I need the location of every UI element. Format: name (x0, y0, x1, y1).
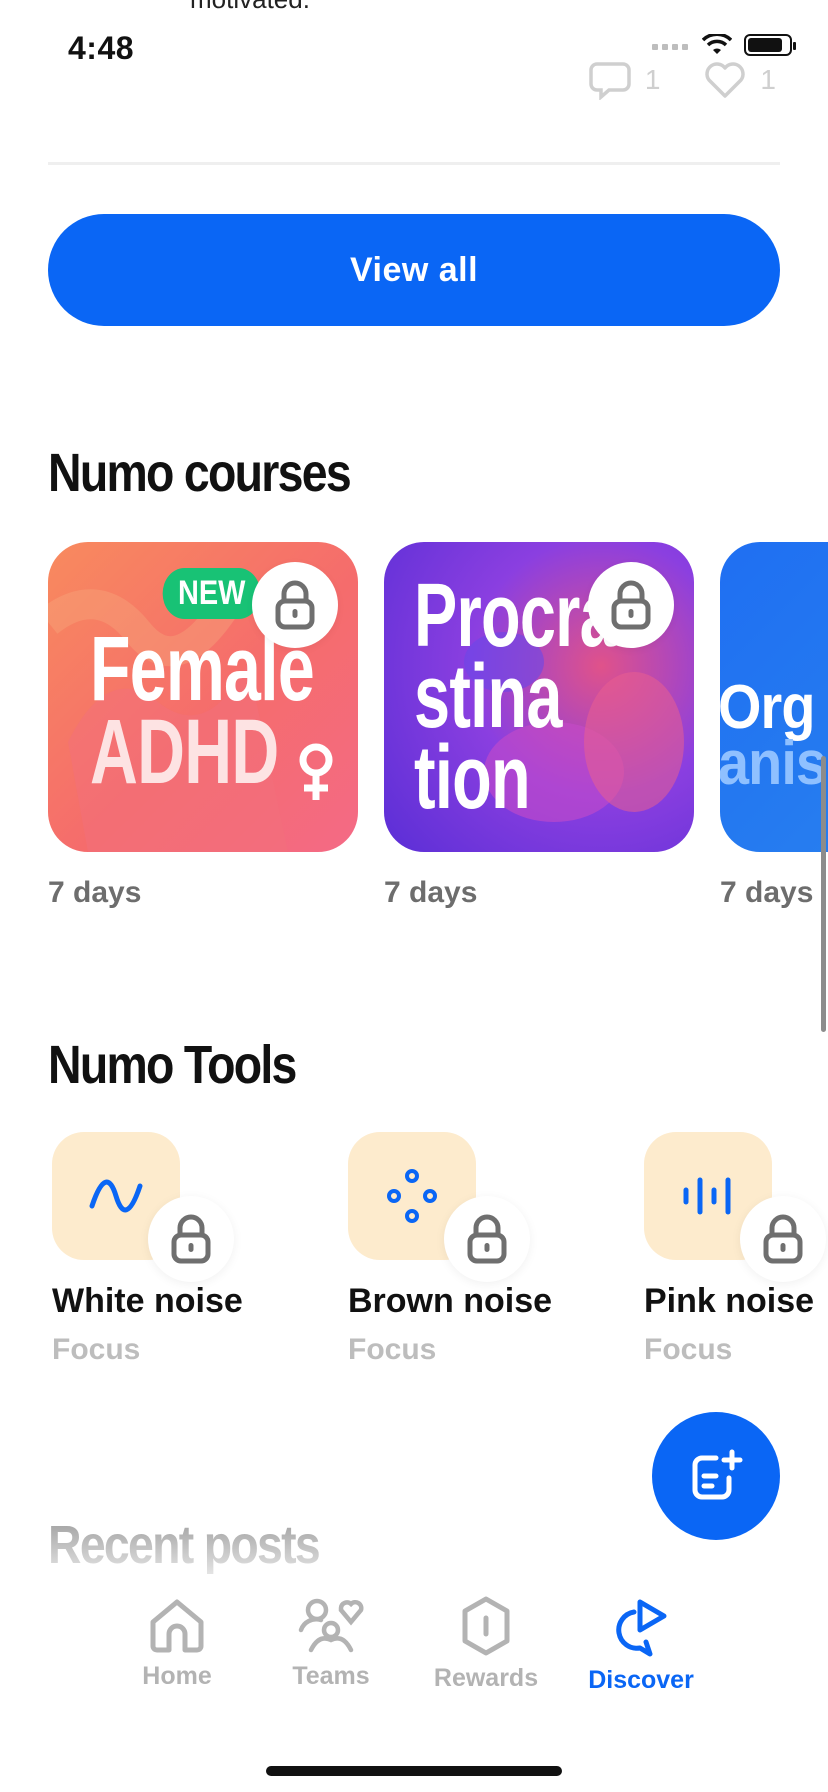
tab-home[interactable]: Home (102, 1596, 252, 1691)
dots-pattern-icon (387, 1169, 437, 1223)
course-title: Female ADHD (90, 618, 315, 803)
tool-white-noise[interactable]: White noise Focus (52, 1132, 352, 1367)
course-card-procrastination[interactable]: Procra stina tion 7 days (384, 542, 694, 910)
compose-post-icon (692, 1449, 743, 1500)
tab-rewards[interactable]: Rewards (411, 1596, 561, 1693)
course-lock (588, 562, 674, 648)
course-duration: 7 days (48, 876, 142, 909)
course-title: Procra stina tion (414, 566, 616, 828)
scrollbar[interactable] (821, 756, 826, 1032)
course-card-organisation[interactable]: Org anis 7 days (720, 542, 828, 910)
comment-icon (589, 62, 631, 100)
tab-teams[interactable]: Teams (256, 1596, 406, 1691)
tab-discover[interactable]: Discover (566, 1596, 716, 1695)
course-lock (252, 562, 338, 648)
tool-icon-box (644, 1132, 826, 1282)
course-thumbnail: NEW Female ADHD (48, 542, 358, 852)
discover-icon (616, 1599, 667, 1657)
course-card-female-adhd[interactable]: NEW Female ADHD 7 days (48, 542, 358, 910)
battery-icon (744, 34, 796, 56)
course-duration: 7 days (384, 876, 478, 909)
lock-icon (171, 1214, 211, 1264)
post-actions: 1 1 (589, 60, 776, 100)
lock-icon (467, 1214, 507, 1264)
tab-label: Discover (588, 1666, 694, 1694)
tab-label: Rewards (433, 1664, 539, 1692)
tool-pink-noise[interactable]: Pink noise Focus (644, 1132, 828, 1367)
cellular-icon (652, 44, 688, 50)
tab-label: Home (142, 1662, 212, 1690)
tool-icon-box (52, 1132, 234, 1282)
tool-name: Brown noise (348, 1282, 553, 1320)
comment-action[interactable]: 1 (589, 60, 661, 100)
lock-icon (275, 580, 315, 630)
tool-brown-noise[interactable]: Brown noise Focus (348, 1132, 648, 1367)
status-icons (652, 34, 796, 56)
status-time: 4:48 (68, 30, 135, 66)
tools-section-title: Numo Tools (48, 1035, 297, 1095)
recent-posts-title: Recent posts (48, 1515, 321, 1575)
courses-section-title: Numo courses (48, 443, 352, 503)
like-action[interactable]: 1 (704, 61, 776, 99)
heart-icon (705, 62, 746, 98)
tool-lock (444, 1196, 530, 1282)
home-icon (150, 1599, 204, 1653)
tab-label: Teams (292, 1662, 370, 1690)
lock-icon (763, 1214, 803, 1264)
tool-category: Focus (52, 1333, 141, 1366)
home-indicator (266, 1766, 562, 1776)
comment-count: 1 (644, 64, 661, 95)
audio-bars-icon (683, 1177, 731, 1215)
like-count: 1 (760, 64, 776, 95)
courses-carousel[interactable]: NEW Female ADHD 7 days Procra stina tion… (48, 542, 828, 922)
tool-category: Focus (644, 1333, 733, 1366)
tool-lock (148, 1196, 234, 1282)
divider (48, 162, 780, 165)
female-symbol-icon (299, 743, 333, 800)
tools-carousel[interactable]: White noise Focus Brown noise Focus Pink… (52, 1132, 828, 1392)
course-title: Org anis (720, 673, 827, 798)
course-thumbnail: Org anis (720, 542, 828, 852)
sine-wave-icon (89, 1179, 143, 1213)
tool-name: White noise (52, 1282, 243, 1320)
tool-name: Pink noise (644, 1282, 815, 1320)
rewards-icon (462, 1596, 510, 1656)
tool-lock (740, 1196, 826, 1282)
new-post-button[interactable] (652, 1412, 780, 1540)
tool-icon-box (348, 1132, 530, 1282)
lock-icon (611, 580, 651, 630)
previous-post-text: motivated. (190, 0, 310, 15)
wifi-icon (702, 34, 732, 54)
course-duration: 7 days (720, 876, 814, 909)
view-all-button[interactable]: View all (48, 214, 780, 326)
course-thumbnail: Procra stina tion (384, 542, 694, 852)
tool-category: Focus (348, 1333, 437, 1366)
teams-icon (298, 1598, 364, 1653)
new-badge: NEW (162, 568, 261, 619)
tab-bar: Home Teams Rewards Discover (0, 1580, 828, 1792)
